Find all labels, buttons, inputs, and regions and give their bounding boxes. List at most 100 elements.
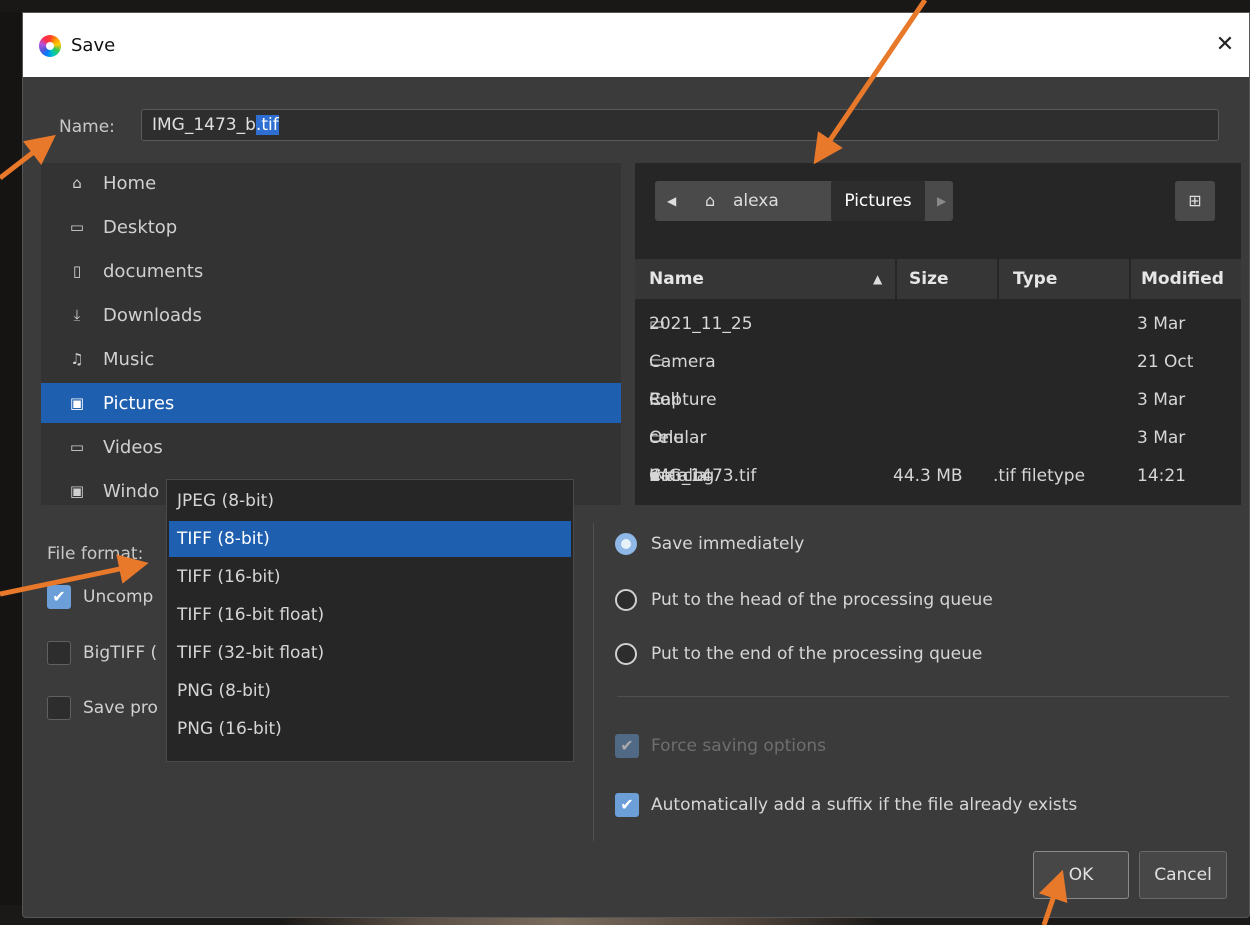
sort-ascending-icon: ▲ <box>873 272 883 286</box>
queue-head-radio[interactable] <box>615 589 637 611</box>
file-name: IMG_1473_b.tif <box>649 495 776 505</box>
folder-icon: ▭ <box>69 218 85 236</box>
force-saving-checkbox: ✔ <box>615 734 639 758</box>
place-label: Pictures <box>103 392 175 414</box>
ok-button[interactable]: OK <box>1033 851 1129 899</box>
place-label: Desktop <box>103 216 178 238</box>
file-format-dropdown: JPEG (8-bit) TIFF (8-bit) TIFF (16-bit) … <box>166 479 574 762</box>
name-input[interactable]: IMG_1473_b.tif <box>141 109 1219 141</box>
file-row[interactable]: ▭ Capture One Catalog 3 Mar <box>635 381 1241 486</box>
window-title: Save <box>71 35 116 56</box>
app-logo-icon <box>39 35 61 57</box>
place-label: Downloads <box>103 304 202 326</box>
drive-icon: ▣ <box>69 482 85 500</box>
place-item-music[interactable]: ♫ Music <box>41 339 621 379</box>
download-icon: ⤓ <box>73 306 81 324</box>
home-icon: ⌂ <box>72 174 82 192</box>
name-label: Name: <box>59 117 115 137</box>
auto-suffix-label: Automatically add a suffix if the file a… <box>651 795 1078 815</box>
file-row[interactable]: ▭ celular marcia 3 Mar <box>635 419 1241 486</box>
column-header-type[interactable]: Type <box>999 259 1129 299</box>
places-sidebar: ⌂ Home ▭ Desktop ▯ documents ⤓ Downloads… <box>41 163 621 505</box>
check-icon: ✔ <box>620 736 634 755</box>
file-modified: 14:21 <box>1137 466 1186 486</box>
uncompressed-checkbox[interactable]: ✔ <box>47 585 71 609</box>
close-button[interactable]: ✕ <box>1211 31 1239 59</box>
background-left <box>0 12 22 925</box>
file-size: 44.3 MB <box>893 466 963 486</box>
music-icon: ♫ <box>70 350 84 368</box>
image-icon: ▣ <box>69 394 85 412</box>
file-row[interactable]: ▪ IMG_1473_b.tif 44.3 MB .tif filetype 1… <box>635 495 1241 505</box>
place-item-desktop[interactable]: ▭ Desktop <box>41 207 621 247</box>
place-item-downloads[interactable]: ⤓ Downloads <box>41 295 621 335</box>
video-icon: ▭ <box>69 438 85 456</box>
file-format-label: File format: <box>47 544 144 564</box>
format-option[interactable]: PNG (8-bit) <box>169 673 571 709</box>
file-modified: 3 Mar <box>1137 390 1186 410</box>
file-size: 44.3 MB <box>893 495 963 505</box>
new-folder-button[interactable]: ⊞ <box>1175 181 1215 221</box>
file-modified: 14:22 <box>1137 495 1186 505</box>
bigtiff-label: BigTIFF ( <box>83 643 158 663</box>
place-item-documents[interactable]: ▯ documents <box>41 251 621 291</box>
place-label: documents <box>103 260 204 282</box>
file-browser: ◀ ⌂ alexa Pictures ▶ ⊞ Name ▲ Size Type … <box>635 163 1241 505</box>
file-name: Camera Roll <box>649 352 716 410</box>
forward-arrow-icon[interactable]: ▶ <box>937 181 946 221</box>
home-icon: ⌂ <box>705 191 716 210</box>
check-icon: ✔ <box>620 795 634 814</box>
check-icon: ✔ <box>52 587 66 606</box>
place-label: Home <box>103 172 157 194</box>
queue-end-label: Put to the end of the processing queue <box>651 644 983 664</box>
save-immediately-radio[interactable] <box>615 533 637 555</box>
name-value-selection: .tif <box>255 115 279 135</box>
auto-suffix-checkbox[interactable]: ✔ <box>615 793 639 817</box>
save-dialog: Save ✕ Name: IMG_1473_b.tif ⌂ Home ▭ Des… <box>22 12 1250 918</box>
breadcrumb-home[interactable]: alexa <box>733 181 779 221</box>
place-item-pictures[interactable]: ▣ Pictures <box>41 383 621 423</box>
file-modified: 3 Mar <box>1137 428 1186 448</box>
file-row[interactable]: ▪ IMG_1473.tif 44.3 MB .tif filetype 14:… <box>635 457 1241 495</box>
format-option-selected[interactable]: TIFF (8-bit) <box>169 521 571 557</box>
cancel-button[interactable]: Cancel <box>1139 851 1227 899</box>
document-icon: ▯ <box>72 262 82 280</box>
file-row[interactable]: ▭ 2021_11_25 3 Mar <box>635 305 1241 343</box>
column-header-size[interactable]: Size <box>897 259 997 299</box>
file-name: celular marcia <box>649 428 708 486</box>
file-modified: 21 Oct <box>1137 352 1194 372</box>
column-header-modified[interactable]: Modified <box>1131 259 1241 299</box>
file-name: 2021_11_25 <box>649 314 753 334</box>
format-option[interactable]: TIFF (16-bit float) <box>169 597 571 633</box>
format-option[interactable]: PNG (16-bit) <box>169 711 571 747</box>
force-saving-label: Force saving options <box>651 736 827 756</box>
name-value: IMG_1473_b <box>152 115 256 135</box>
save-processing-checkbox[interactable] <box>47 696 71 720</box>
queue-end-radio[interactable] <box>615 643 637 665</box>
bigtiff-checkbox[interactable] <box>47 641 71 665</box>
uncompressed-label: Uncomp <box>83 587 154 607</box>
background-top <box>0 0 1250 12</box>
queue-head-label: Put to the head of the processing queue <box>651 590 993 610</box>
save-processing-label: Save pro <box>83 698 158 718</box>
file-name: Capture One Catalog <box>649 390 717 486</box>
place-item-videos[interactable]: ▭ Videos <box>41 427 621 467</box>
place-item-home[interactable]: ⌂ Home <box>41 163 621 203</box>
title-bar[interactable]: Save ✕ <box>23 13 1249 77</box>
column-header-name[interactable]: Name <box>635 259 895 299</box>
format-option[interactable]: TIFF (16-bit) <box>169 559 571 595</box>
format-option[interactable]: JPEG (8-bit) <box>169 483 571 519</box>
path-bar: ◀ ⌂ alexa Pictures ▶ <box>655 181 953 221</box>
file-row[interactable]: ▭ Camera Roll 21 Oct <box>635 343 1241 410</box>
file-modified: 3 Mar <box>1137 314 1186 334</box>
place-label: Videos <box>103 436 163 458</box>
place-label: Windo <box>103 480 160 502</box>
format-option[interactable]: TIFF (32-bit float) <box>169 635 571 671</box>
file-type: .tif filetype <box>993 466 1086 486</box>
file-type: .tif filetype <box>993 495 1085 505</box>
save-immediately-label: Save immediately <box>651 534 805 554</box>
back-arrow-icon[interactable]: ◀ <box>667 181 676 221</box>
breadcrumb-current[interactable]: Pictures <box>831 181 925 221</box>
new-folder-icon: ⊞ <box>1188 191 1202 210</box>
horizontal-divider <box>617 696 1229 697</box>
